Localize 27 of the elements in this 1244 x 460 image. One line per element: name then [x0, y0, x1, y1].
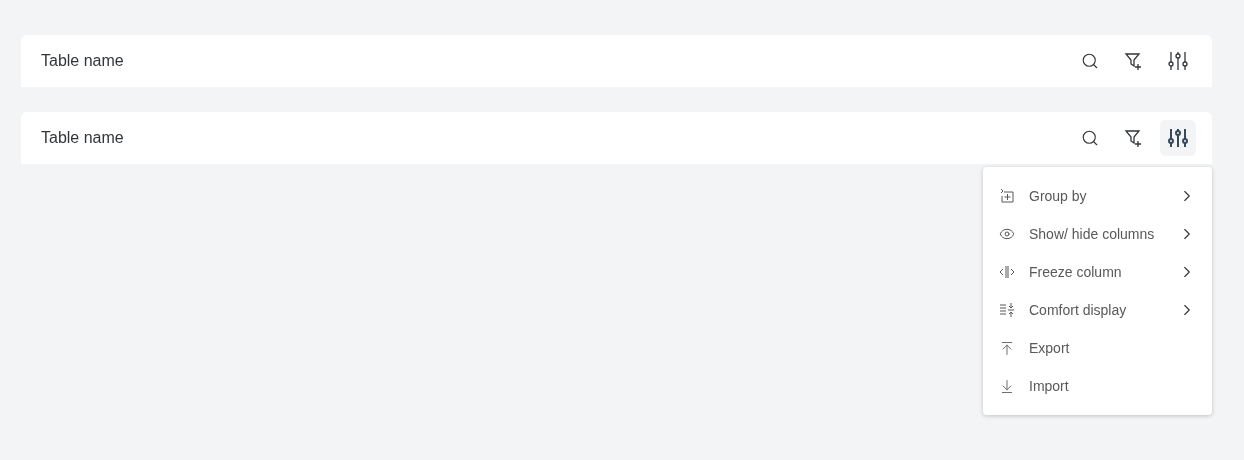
menu-item-label: Export	[1029, 338, 1071, 358]
import-icon	[999, 377, 1015, 395]
menu-item[interactable]: Freeze column	[983, 253, 1212, 291]
menu-item-label: Group by	[1029, 186, 1088, 206]
menu-item-label: Freeze column	[1029, 262, 1123, 282]
sliders-icon	[1167, 50, 1189, 72]
filter-add-icon	[1124, 128, 1144, 148]
freeze-column-icon	[999, 264, 1015, 280]
search-icon	[1081, 129, 1099, 147]
export-icon	[999, 339, 1015, 357]
menu-item[interactable]: Group by	[983, 177, 1212, 215]
menu-item-label: Comfort display	[1029, 300, 1128, 320]
table-title: Table name	[41, 128, 125, 148]
eye-icon	[999, 226, 1015, 242]
menu-item[interactable]: Export	[983, 329, 1212, 367]
filter-add-icon	[1124, 51, 1144, 71]
search-icon	[1081, 52, 1099, 70]
menu-item[interactable]: Comfort display	[983, 291, 1212, 329]
table-title: Table name	[41, 51, 125, 71]
settings-button[interactable]	[1160, 120, 1196, 156]
menu-item-label: Import	[1029, 376, 1070, 396]
menu-item[interactable]: Import	[983, 367, 1212, 405]
sliders-icon	[1167, 127, 1189, 149]
menu-item[interactable]: Show/ hide columns	[983, 215, 1212, 253]
compact-rows-icon	[999, 302, 1015, 318]
menu-item-label: Show/ hide columns	[1029, 224, 1156, 244]
group-add-icon	[999, 188, 1015, 204]
